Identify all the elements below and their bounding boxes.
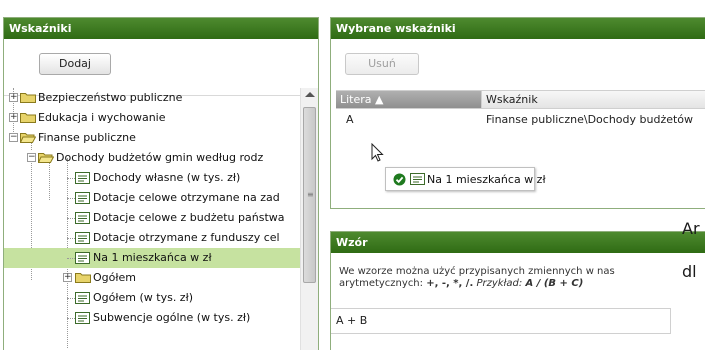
background-text-fragment: Ar [682, 219, 700, 238]
tree-item-label: Dochody własne (w tys. zł) [93, 171, 241, 184]
selected-indicators-panel: Wybrane wskaźniki Usuń Litera ▲ Wskaźnik… [330, 17, 705, 209]
indicator-icon [410, 173, 425, 185]
indicator-icon [75, 292, 90, 304]
tree-item-label: Dochody budżetów gmin według rodz [56, 151, 264, 164]
indicator-icon [75, 232, 90, 244]
tree-item-label: Dotacje celowe otrzymane na zad [93, 191, 280, 204]
open-folder-icon [20, 133, 36, 143]
column-header-indicator[interactable]: Wskaźnik [486, 91, 538, 108]
tree-item-dochody-wlasne[interactable]: Dochody własne (w tys. zł) [4, 168, 300, 188]
collapse-toggle[interactable]: − [9, 133, 18, 142]
selected-indicators-title: Wybrane wskaźniki [331, 18, 705, 39]
tree-item-label: Dotacje otrzymane z funduszy cel [93, 231, 280, 244]
open-folder-icon [38, 153, 54, 163]
scroll-up-arrow-icon[interactable] [305, 92, 315, 97]
tree-scrollbar[interactable]: ≡ [300, 88, 318, 350]
table-row[interactable]: A Finanse publiczne\Dochody budżetów [336, 110, 705, 130]
tree-item-dotacje-celowe-zad[interactable]: Dotacje celowe otrzymane na zad [4, 188, 300, 208]
indicator-icon [75, 192, 90, 204]
tree-item-dotacje-celowe-budzet[interactable]: Dotacje celowe z budżetu państwa [4, 208, 300, 228]
tree-item-edukacja[interactable]: + Edukacja i wychowanie [4, 108, 300, 128]
drag-preview-label: Na 1 mieszkańca w zł [427, 173, 546, 186]
formula-panel-title: Wzór [331, 232, 705, 253]
indicators-panel-title: Wskaźniki [4, 18, 318, 39]
expand-toggle[interactable]: + [9, 93, 18, 102]
formula-example-label: Przykład: [476, 278, 523, 289]
tree-item-bezpieczenstwo[interactable]: + Bezpieczeństwo publiczne [4, 88, 300, 108]
remove-button[interactable]: Usuń [345, 53, 419, 75]
grid-header: Litera ▲ Wskaźnik [336, 90, 705, 109]
row-letter: A [346, 113, 354, 126]
collapse-toggle[interactable]: − [27, 153, 36, 162]
indicator-icon [75, 172, 90, 184]
tree-item-dotacje-fundusze[interactable]: Dotacje otrzymane z funduszy cel [4, 228, 300, 248]
row-indicator: Finanse publiczne\Dochody budżetów [486, 113, 694, 126]
tree-item-dochody-budzetow[interactable]: − Dochody budżetów gmin według rodz [4, 148, 300, 168]
tree-item-label: Subwencje ogólne (w tys. zł) [93, 311, 251, 324]
tree-item-label: Ogółem [93, 271, 136, 284]
tree-item-ogolem-folder[interactable]: + Ogółem [4, 268, 300, 288]
mouse-cursor-icon [371, 143, 384, 162]
formula-description-line1: We wzorze można użyć przypisanych zmienn… [339, 266, 615, 277]
folder-icon [20, 113, 36, 123]
indicators-panel: Wskaźniki Dodaj + Bezpieczeństwo publicz… [3, 17, 319, 350]
formula-description: We wzorze można użyć przypisanych zmienn… [339, 266, 679, 290]
scrollbar-thumb[interactable]: ≡ [303, 107, 316, 283]
check-circle-icon [393, 173, 406, 186]
tree-item-na-1-mieszkanca[interactable]: Na 1 mieszkańca w zł [4, 248, 300, 268]
folder-icon [20, 93, 36, 103]
expand-toggle[interactable]: + [9, 113, 18, 122]
tree-item-label: Na 1 mieszkańca w zł [93, 251, 212, 264]
column-header-letter[interactable]: Litera ▲ [336, 91, 481, 108]
tree-item-label: Ogółem (w tys. zł) [93, 291, 193, 304]
tree-item-ogolem-tys[interactable]: Ogółem (w tys. zł) [4, 288, 300, 308]
tree-item-label: Bezpieczeństwo publiczne [38, 91, 183, 104]
background-text-fragment: dl [682, 262, 697, 281]
formula-operators: +, -, *, /. [426, 278, 474, 289]
tree-item-finanse[interactable]: − Finanse publiczne [4, 128, 300, 148]
tree-item-label: Finanse publiczne [38, 131, 136, 144]
formula-description-line2: arytmetycznych: [339, 278, 427, 289]
formula-panel: Wzór We wzorze można użyć przypisanych z… [330, 231, 705, 350]
indicator-icon [75, 252, 90, 264]
expand-toggle[interactable]: + [63, 273, 72, 282]
folder-icon [75, 273, 91, 283]
drag-preview: Na 1 mieszkańca w zł [385, 167, 546, 191]
indicator-icon [75, 312, 90, 324]
formula-example: A / (B + C) [525, 278, 584, 289]
formula-input[interactable]: A + B [331, 308, 671, 334]
tree-item-label: Dotacje celowe z budżetu państwa [93, 211, 285, 224]
tree-item-label: Edukacja i wychowanie [38, 111, 166, 124]
indicator-icon [75, 212, 90, 224]
indicator-tree: + Bezpieczeństwo publiczne + Edukacja i … [4, 88, 300, 350]
add-button[interactable]: Dodaj [39, 53, 111, 75]
tree-item-subwencje[interactable]: Subwencje ogólne (w tys. zł) [4, 308, 300, 328]
grip-icon: ≡ [307, 190, 314, 199]
